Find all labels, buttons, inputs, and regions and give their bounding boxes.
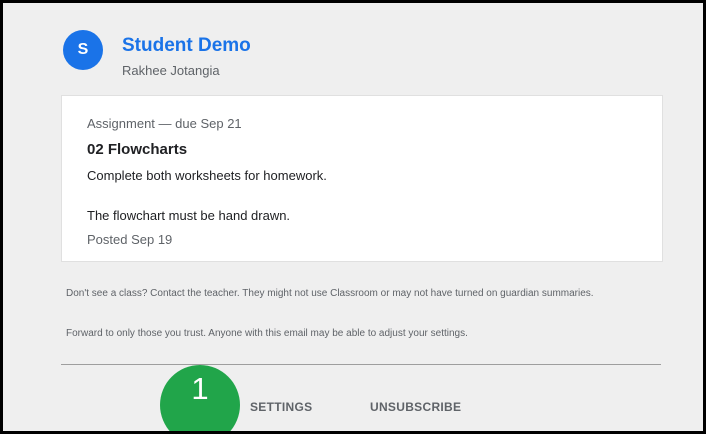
class-name-link[interactable]: Student Demo bbox=[122, 35, 251, 57]
assignment-posted-date: Posted Sep 19 bbox=[87, 232, 173, 247]
footer-divider bbox=[61, 364, 661, 365]
forward-warning-notice: Forward to only those you trust. Anyone … bbox=[66, 328, 468, 339]
assignment-due: Assignment — due Sep 21 bbox=[87, 116, 242, 131]
class-avatar: S bbox=[63, 30, 103, 70]
unsubscribe-link[interactable]: UNSUBSCRIBE bbox=[370, 400, 461, 414]
step-number-badge: 1 bbox=[160, 365, 240, 431]
assignment-title[interactable]: 02 Flowcharts bbox=[87, 141, 187, 158]
teacher-name: Rakhee Jotangia bbox=[122, 63, 220, 78]
assignment-description-line1: Complete both worksheets for homework. bbox=[87, 168, 327, 183]
assignment-description-line2: The flowchart must be hand drawn. bbox=[87, 208, 291, 223]
assignment-card[interactable]: Assignment — due Sep 21 02 Flowcharts Co… bbox=[61, 95, 663, 262]
email-frame: S Student Demo Rakhee Jotangia Assignmen… bbox=[0, 0, 706, 434]
missing-class-notice: Don't see a class? Contact the teacher. … bbox=[66, 288, 594, 299]
settings-link[interactable]: SETTINGS bbox=[250, 400, 312, 414]
